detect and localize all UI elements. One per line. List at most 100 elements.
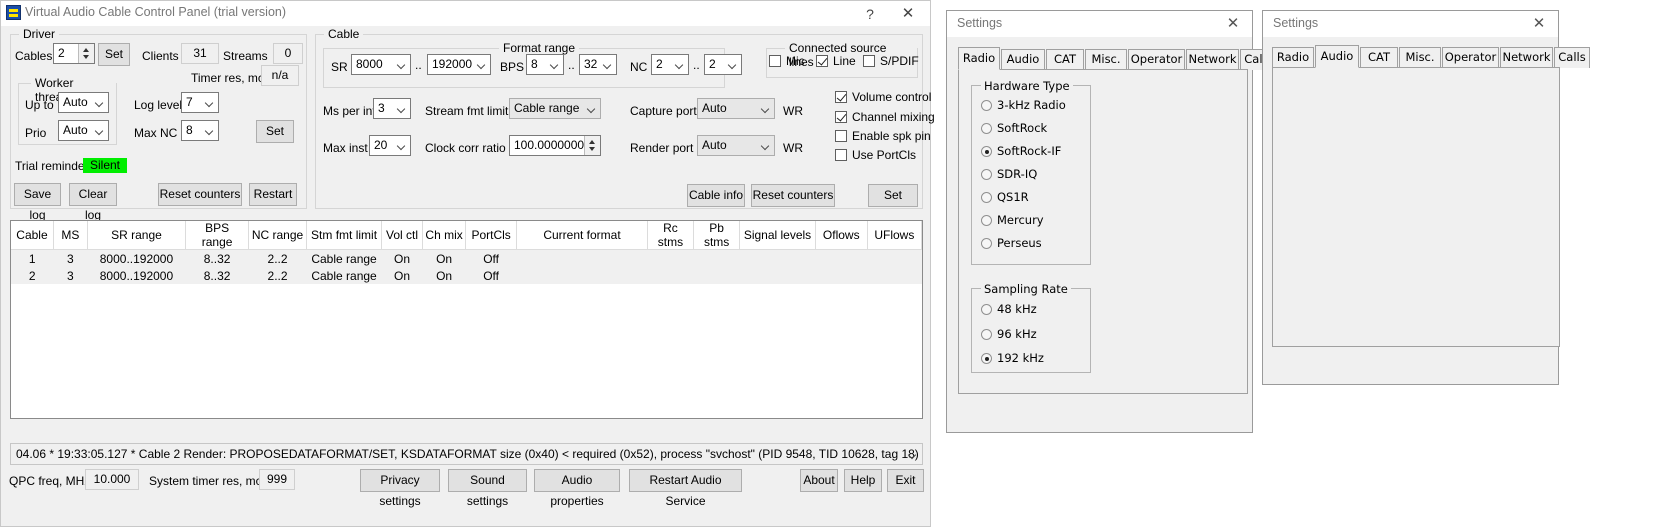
- table-header-portcls[interactable]: PortCls: [465, 221, 518, 250]
- tab-network[interactable]: Network: [1186, 49, 1239, 70]
- nc-max-value: 2: [709, 57, 716, 71]
- maxnc-select[interactable]: 8: [181, 120, 219, 141]
- driver-restart-button[interactable]: Restart: [249, 183, 297, 206]
- sr-min-select[interactable]: 8000: [351, 54, 411, 75]
- table-header-rc-stms[interactable]: Rc stms: [647, 221, 695, 250]
- prio-select[interactable]: Auto: [58, 120, 109, 141]
- about-button[interactable]: About: [800, 469, 838, 492]
- bps-min-value: 8: [531, 57, 538, 71]
- save-log-button[interactable]: Save log: [14, 183, 61, 222]
- table-cell: Cable range: [306, 267, 382, 284]
- max-inst-select[interactable]: 20: [369, 135, 411, 156]
- driver-set2-button[interactable]: Set: [256, 120, 294, 143]
- table-cell: [516, 267, 648, 284]
- table-cell: Off: [465, 249, 517, 267]
- tab-calls[interactable]: Calls: [1554, 47, 1590, 68]
- table-cell: [693, 249, 740, 267]
- help-button[interactable]: Help: [844, 469, 882, 492]
- chevron-down-icon: [478, 62, 485, 69]
- nc-max-select[interactable]: 2: [704, 54, 742, 75]
- tab-radio[interactable]: Radio: [1272, 47, 1314, 68]
- driver-set-button[interactable]: Set: [98, 43, 130, 66]
- table-row[interactable]: 1 3 8000..192000 8..32 2..2 Cable range On On Of…: [11, 249, 922, 267]
- line-label: Line: [833, 54, 856, 68]
- tab-cat[interactable]: CAT: [1046, 49, 1084, 70]
- tab-operator[interactable]: Operator: [1128, 49, 1185, 70]
- table-cell: On: [381, 267, 423, 284]
- clock-corr-spin-buttons[interactable]: [584, 136, 600, 155]
- sound-settings-button[interactable]: Sound settings: [448, 469, 527, 508]
- settings-audio-tabs: Radio Audio CAT Misc. Operator Network C…: [1272, 45, 1590, 68]
- table-cell: Cable range: [306, 249, 382, 267]
- nc-min-select[interactable]: 2: [651, 54, 689, 75]
- tab-audio[interactable]: Audio: [1001, 49, 1045, 70]
- close-icon[interactable]: ✕: [894, 4, 922, 24]
- loglevel-select[interactable]: 7: [181, 92, 219, 113]
- clear-log-button[interactable]: Clear log: [69, 183, 117, 222]
- sampling-96-label: 96 kHz: [997, 327, 1037, 341]
- cables-spin-buttons[interactable]: [78, 44, 94, 63]
- tab-audio[interactable]: Audio: [1315, 45, 1359, 68]
- clock-corr-stepper[interactable]: 100.0000000: [509, 135, 601, 156]
- prio-value: Auto: [63, 123, 88, 137]
- table-header-stm-fmt-limit[interactable]: Stm fmt limit: [306, 221, 382, 250]
- spdif-label: S/PDIF: [880, 54, 919, 68]
- cable-set-button[interactable]: Set: [868, 184, 918, 207]
- driver-reset-counters-button[interactable]: Reset counters: [158, 183, 242, 206]
- tab-cat-label: CAT: [1053, 52, 1077, 66]
- cable-reset-counters-button[interactable]: Reset counters: [751, 184, 835, 207]
- exit-button[interactable]: Exit: [887, 469, 924, 492]
- table-header-vol-ctl[interactable]: Vol ctl: [381, 221, 424, 250]
- tab-radio[interactable]: Radio: [958, 47, 1000, 70]
- radio-circle: [981, 146, 992, 157]
- radio-qs1r-label: QS1R: [997, 190, 1029, 204]
- audio-properties-button[interactable]: Audio properties: [534, 469, 620, 508]
- tab-operator[interactable]: Operator: [1442, 47, 1499, 68]
- max-inst-value: 20: [374, 138, 388, 152]
- table-header-signal-levels[interactable]: Signal levels: [739, 221, 816, 250]
- chevron-down-icon: [676, 62, 683, 69]
- bps-min-select[interactable]: 8: [526, 54, 564, 75]
- cables-table[interactable]: Cable MS SR range BPS range NC range Stm fmt …: [10, 220, 923, 419]
- close-icon[interactable]: ✕: [1222, 13, 1244, 33]
- table-header-pb-stms[interactable]: Pb stms: [693, 221, 741, 250]
- upto-select[interactable]: Auto: [58, 92, 109, 113]
- table-cell: 2..2: [248, 249, 307, 267]
- radio-circle: [981, 304, 992, 315]
- settings-radio-tabs: Radio Audio CAT Misc. Operator Network C…: [958, 47, 1276, 70]
- privacy-settings-button[interactable]: Privacy settings: [360, 469, 440, 508]
- trial-reminder-status[interactable]: Silent: [83, 158, 127, 173]
- ms-per-int-select[interactable]: 3: [373, 98, 411, 119]
- tab-cat[interactable]: CAT: [1360, 47, 1398, 68]
- stream-fmt-limit-select[interactable]: Cable range: [509, 98, 601, 119]
- capture-port-select[interactable]: Auto: [697, 98, 775, 119]
- help-icon[interactable]: ?: [859, 4, 881, 24]
- render-port-select[interactable]: Auto: [697, 135, 775, 156]
- table-header-sr-range[interactable]: SR range: [87, 221, 187, 250]
- table-header-oflows[interactable]: Oflows: [815, 221, 868, 250]
- table-cell: 8000..192000: [87, 267, 186, 284]
- log-line-combo[interactable]: 04.06 * 19:33:05.127 * Cable 2 Render: P…: [10, 443, 923, 465]
- enable-spk-pin-label: Enable spk pin: [852, 129, 931, 143]
- table-header-ms[interactable]: MS: [53, 221, 88, 250]
- table-header-uflows[interactable]: UFlows: [867, 221, 923, 250]
- table-header-bps-range[interactable]: BPS range: [185, 221, 249, 250]
- table-header-current-format[interactable]: Current format: [516, 221, 648, 250]
- tab-network[interactable]: Network: [1500, 47, 1553, 68]
- table-row[interactable]: 2 3 8000..192000 8..32 2..2 Cable range On On Of…: [11, 267, 922, 284]
- tab-network-label: Network: [1188, 52, 1237, 66]
- close-icon[interactable]: ✕: [1528, 13, 1550, 33]
- sr-max-select[interactable]: 192000: [427, 54, 491, 75]
- tab-misc[interactable]: Misc.: [1085, 49, 1127, 70]
- clients-value: 31: [181, 43, 219, 64]
- cable-info-button[interactable]: Cable info: [687, 184, 745, 207]
- table-header-cable[interactable]: Cable: [11, 221, 54, 250]
- restart-audio-service-button[interactable]: Restart Audio Service: [629, 469, 742, 508]
- settings-radio-title-bar: Settings ✕: [947, 11, 1252, 37]
- cables-stepper[interactable]: 2: [53, 43, 95, 64]
- bps-max-select[interactable]: 32: [579, 54, 617, 75]
- cables-value: 2: [58, 46, 65, 60]
- tab-misc[interactable]: Misc.: [1399, 47, 1441, 68]
- table-header-ch-mix[interactable]: Ch mix: [422, 221, 467, 250]
- table-header-nc-range[interactable]: NC range: [248, 221, 308, 250]
